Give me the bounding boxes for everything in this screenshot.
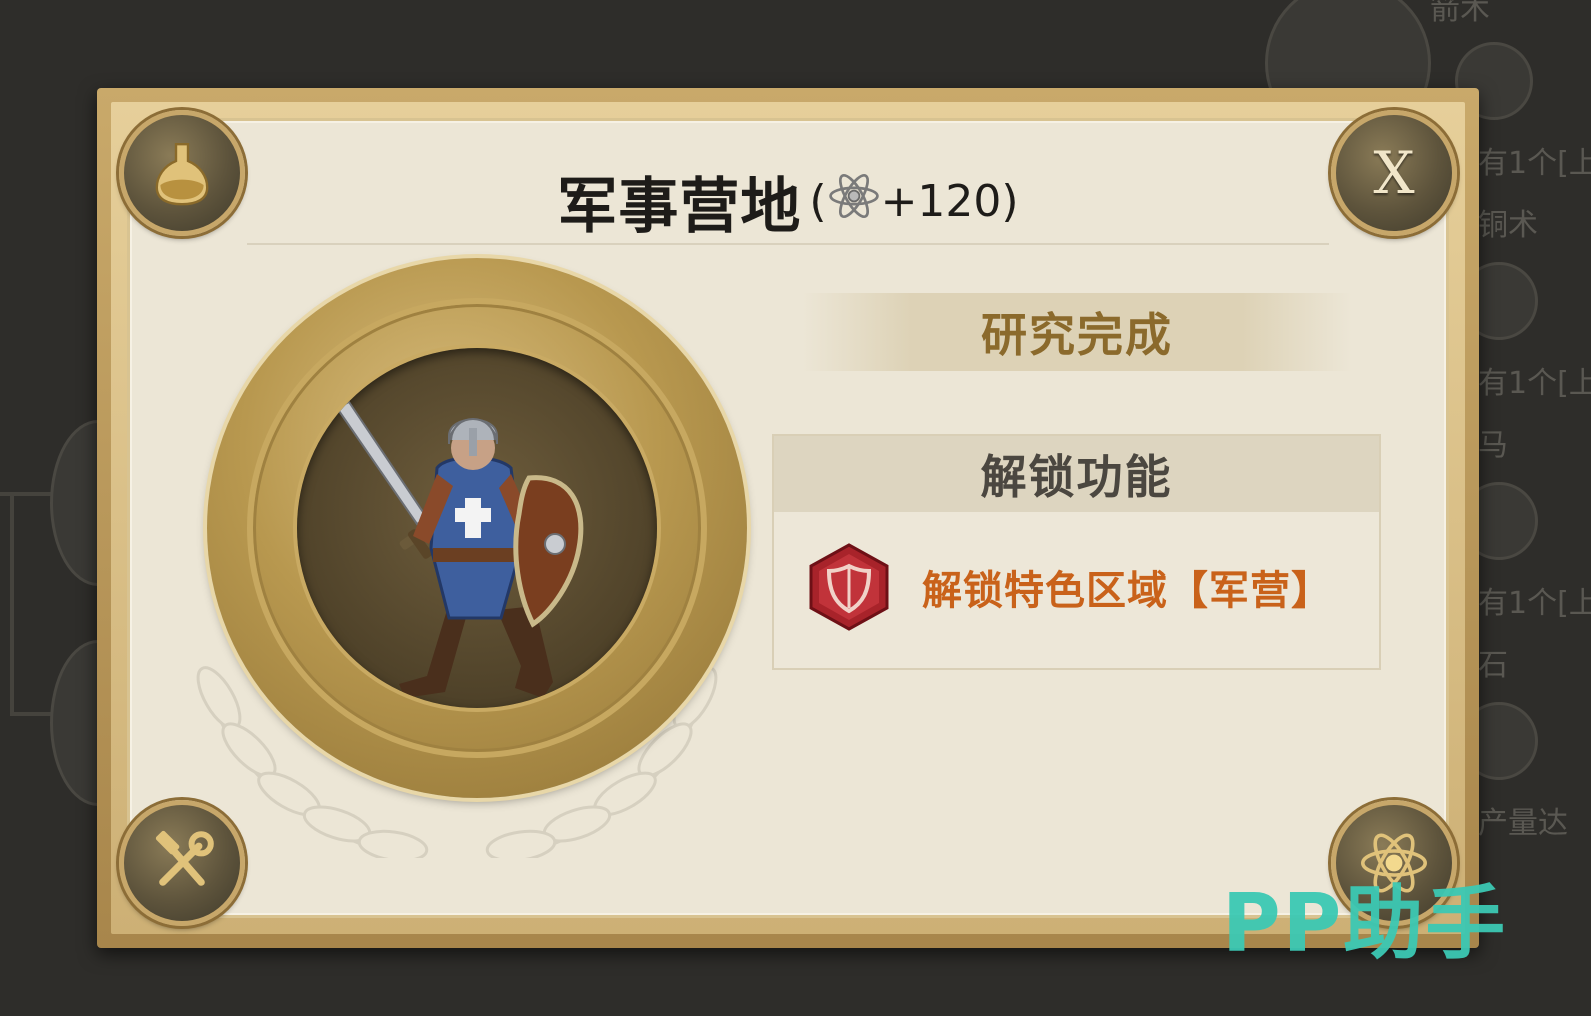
close-button[interactable]: X <box>1331 110 1457 236</box>
science-bonus: ( +120 ) <box>809 169 1019 234</box>
gold-medallion <box>207 258 747 798</box>
game-screen: 箭术 有1个[上 铜术 有1个[上 马 有1个[上 石 产量达 军事营地 (+… <box>0 0 1591 1016</box>
unlock-item: 解锁特色区域【军营】 <box>774 512 1379 662</box>
unlock-features-box: 解锁功能 解锁特色区域【军营】 <box>772 434 1381 670</box>
research-status-banner: 研究完成 <box>802 293 1352 371</box>
bg-connector <box>10 492 14 714</box>
bg-label: 马 <box>1478 428 1508 463</box>
bg-label: 有1个[上 <box>1478 586 1591 621</box>
close-icon[interactable]: X <box>1373 144 1414 202</box>
unit-medallion <box>157 258 757 858</box>
dialog-header: 军事营地 ( +120 ) <box>97 158 1479 245</box>
bonus-close-paren: ) <box>1001 176 1019 227</box>
pp-assistant-watermark: PP助手 <box>1222 877 1508 970</box>
bg-connector <box>0 492 55 496</box>
swordsman-figure <box>335 400 584 698</box>
unlock-item-label: 解锁特色区域【军营】 <box>922 568 1332 614</box>
bg-label: 有1个[上 <box>1478 146 1591 181</box>
unit-portrait <box>297 348 657 708</box>
bg-label: 产量达 <box>1478 806 1568 841</box>
red-shield-hexagon-icon <box>806 542 892 632</box>
research-complete-dialog: 军事营地 ( +120 ) X 研究完成 解锁功能 解锁特色区域【军营】 <box>97 88 1479 948</box>
bg-label: 铜术 <box>1478 208 1538 243</box>
dialog-title: 军事营地 <box>557 172 802 242</box>
flask-corner <box>119 110 245 236</box>
bg-connector <box>10 712 55 716</box>
research-status: 研究完成 <box>981 308 1173 362</box>
unlock-features-title: 解锁功能 <box>980 450 1173 504</box>
bg-label: 箭术 <box>1430 0 1490 27</box>
bg-label: 有1个[上 <box>1478 366 1591 401</box>
bonus-value: +120 <box>880 176 1002 227</box>
flask-icon <box>155 143 209 206</box>
bonus-open-paren: ( <box>809 176 827 227</box>
unlock-features-header: 解锁功能 <box>774 436 1379 512</box>
science-atom-icon <box>827 169 881 234</box>
bg-label: 石 <box>1478 648 1508 683</box>
